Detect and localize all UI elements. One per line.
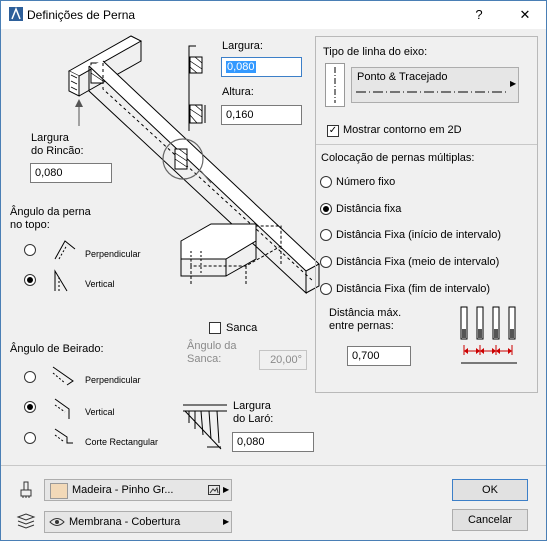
layers-icon	[16, 513, 36, 529]
angulo-sanca-label-2: Sanca:	[187, 353, 222, 365]
rafter-spacing-icon	[460, 306, 517, 364]
angulo-perna-label-2: no topo:	[10, 219, 50, 231]
laro-illustration	[183, 404, 227, 450]
largura-rincao-input[interactable]: 0,080	[30, 163, 112, 183]
height-section-icon	[189, 104, 206, 124]
dialog-title: Definições de Perna	[27, 8, 136, 22]
material-name: Madeira - Pinho Gr...	[72, 484, 174, 496]
distancia-max-label-1: Distância máx.	[329, 307, 402, 319]
material-image-icon	[208, 485, 220, 495]
mostrar-contorno-checkbox[interactable]: ✓	[327, 125, 339, 137]
top-perpendicular-icon	[54, 240, 76, 260]
placement-inicio-radio[interactable]	[320, 229, 332, 241]
cancel-button[interactable]: Cancelar	[452, 509, 528, 531]
membrane-arrow-icon: ▶	[223, 517, 230, 526]
title-bar: Definições de Perna ? ✕	[1, 1, 546, 29]
colocacao-label: Colocação de pernas múltiplas:	[321, 152, 475, 164]
eave-perpendicular-label: Perpendicular	[85, 375, 141, 385]
placement-distancia-fixa-label: Distância fixa	[336, 203, 402, 215]
placement-meio-label: Distância Fixa (meio de intervalo)	[336, 256, 500, 268]
tipo-linha-label: Tipo de linha do eixo:	[323, 46, 428, 58]
rafter-settings-dialog: Definições de Perna ? ✕ Largura: 0,080 A…	[0, 0, 547, 541]
largura-laro-label-1: Largura	[233, 400, 271, 412]
archicad-app-icon	[9, 7, 23, 21]
top-perpendicular-label: Perpendicular	[85, 249, 141, 259]
sanca-label: Sanca	[226, 322, 258, 334]
bottom-divider	[1, 465, 546, 466]
top-vertical-label: Vertical	[85, 279, 115, 289]
distancia-max-input[interactable]: 0,700	[347, 346, 411, 366]
eave-vertical-label: Vertical	[85, 407, 115, 417]
eye-icon	[49, 518, 65, 526]
eave-rectangular-radio[interactable]	[24, 432, 36, 444]
ok-button[interactable]: OK	[452, 479, 528, 501]
placement-meio-radio[interactable]	[320, 256, 332, 268]
largura-laro-input[interactable]: 0,080	[232, 432, 314, 452]
altura-input[interactable]: 0,160	[221, 105, 302, 125]
membrane-selector[interactable]: Membrana - Cobertura ▶	[44, 511, 232, 533]
placement-distancia-fixa-radio[interactable]	[320, 203, 332, 215]
linetype-selector[interactable]: Ponto & Tracejado ▶	[351, 67, 519, 103]
largura-label: Largura:	[222, 40, 263, 52]
eave-rectangular-label: Corte Rectangular	[85, 437, 159, 447]
largura-input[interactable]: 0,080	[221, 57, 302, 77]
linetype-sample	[356, 91, 506, 93]
distancia-max-label-2: entre pernas:	[329, 320, 394, 332]
placement-fim-radio[interactable]	[320, 283, 332, 295]
close-button[interactable]: ✕	[513, 5, 537, 25]
angulo-sanca-input: 20,00°	[259, 350, 307, 370]
linetype-preview-icon	[325, 63, 345, 107]
divider	[316, 144, 537, 145]
altura-label: Altura:	[222, 86, 254, 98]
paint-brush-icon	[20, 481, 32, 498]
angulo-beirado-label: Ângulo de Beirado:	[10, 343, 104, 355]
eave-vertical-radio[interactable]	[24, 401, 36, 413]
top-vertical-icon	[54, 269, 68, 292]
top-vertical-radio[interactable]	[24, 274, 36, 286]
eave-vertical-icon	[54, 398, 70, 419]
eave-perpendicular-icon	[52, 366, 74, 386]
angulo-sanca-label-1: Ângulo da	[187, 340, 237, 352]
width-section-icon	[189, 56, 203, 74]
largura-laro-label-2: do Laró:	[233, 413, 274, 425]
placement-fim-label: Distância Fixa (fim de intervalo)	[336, 283, 491, 295]
membrane-name: Membrana - Cobertura	[69, 516, 181, 528]
top-perpendicular-radio[interactable]	[24, 244, 36, 256]
material-arrow-icon: ▶	[223, 485, 230, 494]
material-selector[interactable]: Madeira - Pinho Gr... ▶	[44, 479, 232, 501]
material-swatch	[50, 483, 68, 499]
placement-numero-fixo-radio[interactable]	[320, 176, 332, 188]
largura-value: 0,080	[226, 61, 256, 73]
largura-rincao-label-1: Largura	[31, 132, 69, 144]
placement-numero-fixo-label: Número fixo	[336, 176, 396, 188]
linetype-name: Ponto & Tracejado	[357, 71, 448, 83]
angulo-perna-label-1: Ângulo da perna	[10, 206, 91, 218]
largura-rincao-label-2: do Rincão:	[31, 145, 84, 157]
eave-perpendicular-radio[interactable]	[24, 371, 36, 383]
placement-inicio-label: Distância Fixa (início de intervalo)	[336, 229, 502, 241]
linetype-arrow-icon: ▶	[510, 79, 517, 88]
help-button[interactable]: ?	[467, 5, 491, 25]
sanca-checkbox[interactable]	[209, 322, 221, 334]
mostrar-contorno-label: Mostrar contorno em 2D	[343, 124, 462, 136]
eave-rectangular-icon	[54, 428, 73, 444]
